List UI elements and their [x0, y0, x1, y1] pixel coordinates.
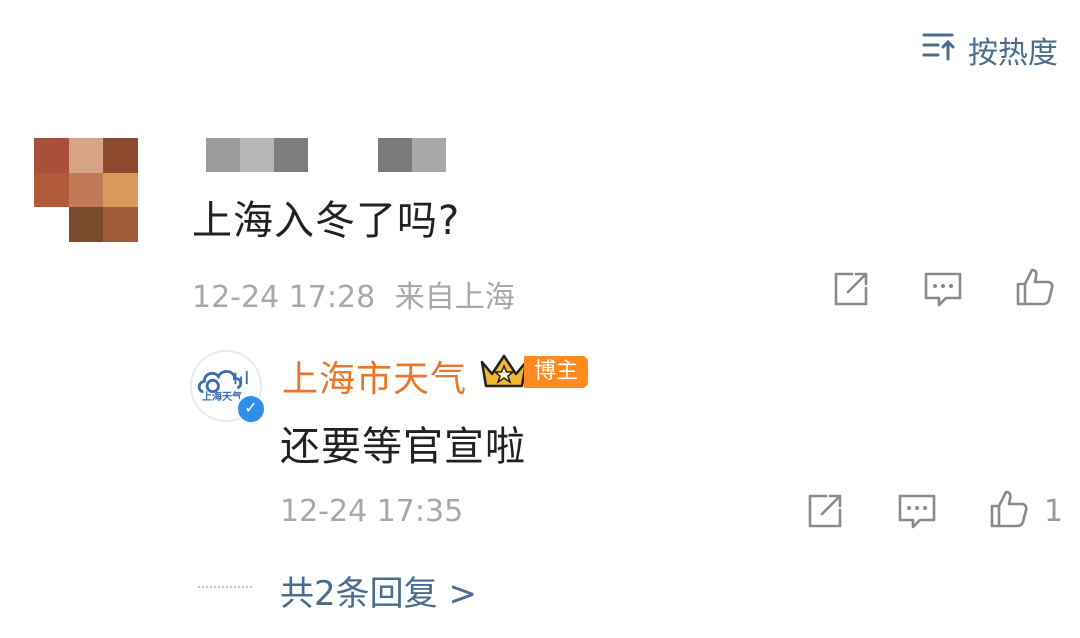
- commenter-avatar[interactable]: [34, 138, 138, 242]
- reply-timestamp: 12-24 17:35: [280, 494, 464, 529]
- sort-icon: [922, 30, 958, 70]
- comment-text: 上海入冬了吗?: [192, 198, 461, 244]
- reply-like-icon[interactable]: [988, 488, 1030, 530]
- commenter-name-redacted-2: [378, 138, 446, 172]
- commenter-name-redacted[interactable]: [206, 138, 308, 172]
- comment-icon[interactable]: [922, 268, 964, 310]
- reply-like-count: 1: [1044, 494, 1064, 529]
- crown-icon: [478, 352, 530, 392]
- comment-meta: 12-24 17:28 来自上海: [192, 272, 515, 316]
- more-replies-divider: [198, 586, 252, 588]
- share-icon[interactable]: [830, 268, 872, 310]
- reply-author-name[interactable]: 上海市天气: [282, 350, 467, 402]
- reply-author-avatar-text: 上海天气: [202, 392, 242, 403]
- comment-timestamp: 12-24 17:28: [192, 280, 376, 315]
- reply-text: 还要等官宣啦: [280, 424, 526, 470]
- reply-share-icon[interactable]: [804, 490, 846, 532]
- sort-label: 按热度: [968, 36, 1058, 71]
- reply-comment-icon[interactable]: [896, 490, 938, 532]
- like-icon[interactable]: [1014, 266, 1056, 308]
- view-more-replies-link[interactable]: 共2条回复 >: [280, 566, 477, 615]
- author-badge: 博主: [524, 356, 589, 388]
- verified-icon: ✓: [236, 394, 266, 424]
- sort-by-hot-button[interactable]: 按热度: [922, 28, 1058, 72]
- comment-location: 来自上海: [394, 280, 515, 315]
